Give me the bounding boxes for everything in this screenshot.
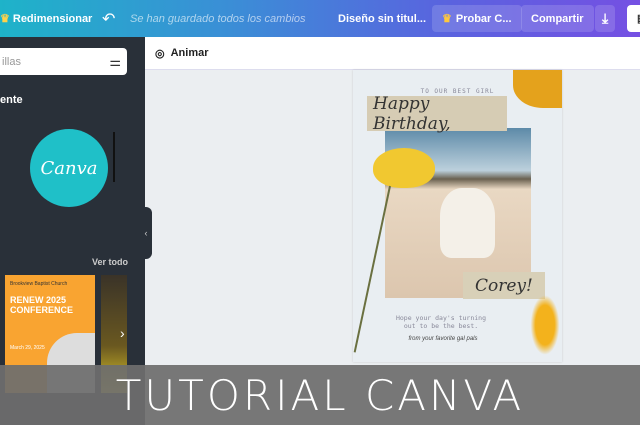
person bbox=[440, 188, 495, 258]
chevron-right-icon[interactable]: › bbox=[120, 325, 125, 341]
resize-button[interactable]: ♛ Redimensionar bbox=[0, 0, 92, 37]
search-input[interactable]: illas ⚌ bbox=[0, 48, 127, 75]
save-status: Se han guardado todos los cambios bbox=[130, 12, 306, 25]
canva-logo[interactable]: Canva bbox=[30, 129, 108, 207]
tutorial-banner: TUTORIAL CANVA bbox=[0, 365, 640, 425]
section-heading: ente bbox=[0, 94, 23, 106]
design-title[interactable]: Diseño sin titul... bbox=[338, 0, 426, 37]
undo-icon[interactable]: ↶ bbox=[102, 0, 115, 37]
download-icon[interactable]: ⤓ bbox=[595, 5, 616, 32]
orange-petals bbox=[513, 70, 562, 108]
falling-petals bbox=[528, 290, 562, 360]
filter-icon[interactable]: ⚌ bbox=[109, 54, 121, 70]
card-message: Hope your day's turning out to be the be… bbox=[395, 314, 486, 330]
animate-icon: ◎ bbox=[155, 47, 165, 60]
yellow-flower bbox=[373, 148, 435, 188]
divider bbox=[113, 132, 115, 182]
card-signature: from your favorite gal pals bbox=[408, 336, 478, 342]
animate-button[interactable]: ◎ Animar bbox=[145, 37, 640, 70]
card-headline: Happy Birthday, bbox=[367, 94, 507, 134]
top-bar: ♛ Redimensionar ↶ Se han guardado todos l… bbox=[0, 0, 640, 37]
try-pro-button[interactable]: ♛ Probar C... bbox=[432, 5, 522, 32]
menu-icon[interactable]: ▤ bbox=[627, 5, 640, 32]
share-button[interactable]: Compartir bbox=[521, 5, 594, 32]
design-card[interactable]: TO OUR BEST GIRL Happy Birthday, Corey! … bbox=[353, 70, 562, 362]
crown-icon: ♛ bbox=[442, 13, 452, 25]
see-all-link[interactable]: Ver todo bbox=[92, 257, 128, 267]
crown-icon: ♛ bbox=[0, 13, 10, 25]
